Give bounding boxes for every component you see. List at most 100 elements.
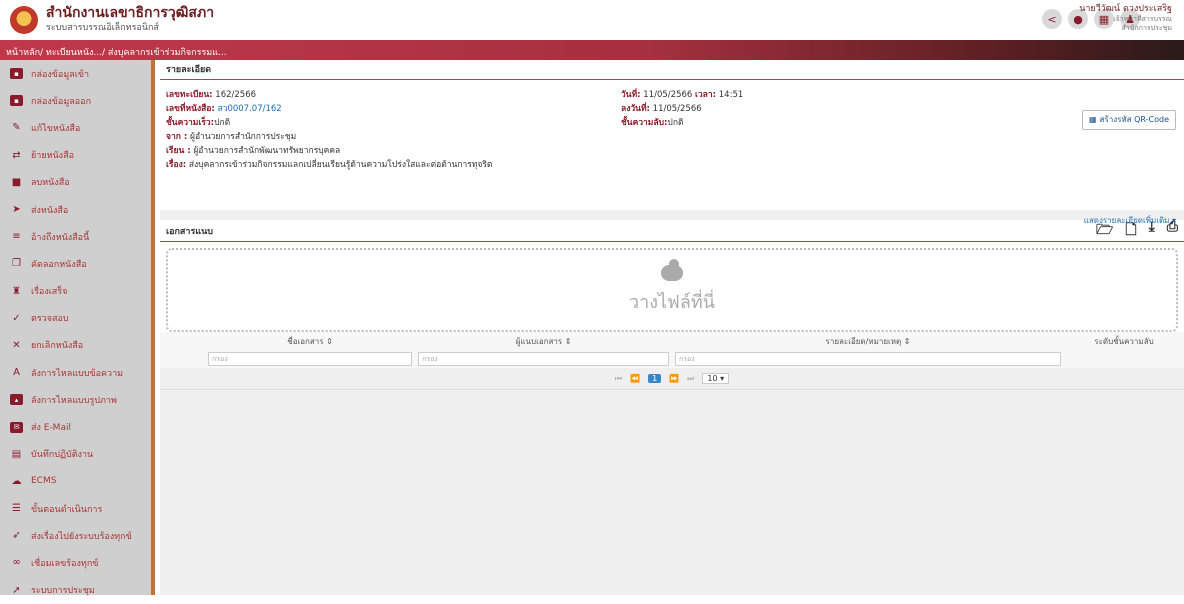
user-dept: สำนักการประชุม xyxy=(1121,24,1172,32)
date: 11/05/2566 xyxy=(643,90,693,100)
filter-cell: กรอง xyxy=(205,350,416,368)
details-body: เลขทะเบียน: 162/2566 เลขที่หนังสือ: สว00… xyxy=(160,80,1184,225)
qr-icon: ▦ xyxy=(1088,115,1097,124)
to: ผู้อำนวยการสำนักพัฒนาทรัพยากรบุคคล xyxy=(193,146,341,156)
sidebar-item-label: ลบหนังสือ xyxy=(31,178,70,189)
to-label: เรียน : xyxy=(166,146,191,156)
text-flow-icon: A xyxy=(13,367,20,379)
sidebar-item-label: ECMS xyxy=(31,476,57,487)
breadcrumb[interactable]: หน้าหลัก/ ทะเบียนหนัง.../ ส่งบุคลากรเข้า… xyxy=(0,48,227,58)
secrecy-label: ชั้นความลับ: xyxy=(621,118,668,128)
next-page-button[interactable]: ⏩ xyxy=(669,374,679,383)
send-icon: ➤ xyxy=(12,204,21,216)
sidebar-item-meeting[interactable]: ➚ ระบบการประชุม xyxy=(0,577,151,604)
filter-attached-by[interactable]: กรอง xyxy=(418,352,670,366)
sidebar-item-label: คัดลอกหนังสือ xyxy=(31,259,87,270)
sidebar-item-label: อ้างถึงหนังสือนี้ xyxy=(31,232,90,243)
prev-page-button[interactable]: ⏪ xyxy=(630,374,640,383)
done-stamp-icon: ♜ xyxy=(12,285,21,297)
details-title: รายละเอียด xyxy=(160,60,1184,80)
doc-no-link[interactable]: สว0007.07/162 xyxy=(218,104,282,114)
user-info[interactable]: นายวีวัฒน์ ดวงประเสริฐ เจ้าหน้าที่สารบรร… xyxy=(1062,4,1172,33)
app-subtitle: ระบบสารบรรณอิเล็กทรอนิกส์ xyxy=(46,23,159,33)
brand: สำนักงานเลขาธิการวุฒิสภา ระบบสารบรรณอิเล… xyxy=(46,4,214,34)
details-panel: รายละเอียด เลขทะเบียน: 162/2566 เลขที่หน… xyxy=(160,60,1184,225)
first-page-button[interactable]: ⏮ xyxy=(615,374,622,384)
sidebar-item-label: ส่งหนังสือ xyxy=(31,205,69,216)
filter-cell: กรอง xyxy=(672,350,1064,368)
reg-no-label: เลขทะเบียน: xyxy=(166,90,213,100)
time-label: เวลา: xyxy=(695,90,717,100)
sidebar-item-label: ยกเลิกหนังสือ xyxy=(31,341,84,352)
pencil-icon: ✎ xyxy=(12,122,21,134)
date-label: วันที่: xyxy=(621,90,641,100)
subject-label: เรื่อง: xyxy=(166,160,187,170)
sidebar-item-delete[interactable]: ■ ลบหนังสือ xyxy=(0,169,151,196)
link-icon: ∞ xyxy=(12,557,21,569)
filter-remarks[interactable]: กรอง xyxy=(675,352,1061,366)
sidebar-item-label: ตรวจสอบ xyxy=(31,314,69,325)
meeting-icon: ➚ xyxy=(12,584,21,596)
sidebar-item-label: เชื่อมเลขร้องทุกข์ xyxy=(31,558,99,569)
details-right: วันที่: 11/05/2566 เวลา: 14:51 ลงวันที่:… xyxy=(621,88,743,130)
col-remarks[interactable]: รายละเอียด/หมายเหตุ ⇕ xyxy=(672,332,1064,350)
pager: ⏮ ⏪ 1 ⏩ ⏭ 10 ▾ xyxy=(160,368,1184,390)
sidebar-item-link-complaint[interactable]: ∞ เชื่อมเลขร้องทุกข์ xyxy=(0,549,151,576)
sidebar-item-done[interactable]: ♜ เรื่องเสร็จ xyxy=(0,278,151,305)
show-more-link[interactable]: แสดงรายละเอียดเพิ่มเติม ▾ xyxy=(1084,214,1176,228)
sidebar-item-check[interactable]: ✓ ตรวจสอบ xyxy=(0,305,151,332)
col-attached-by[interactable]: ผู้แนบเอกสาร ⇕ xyxy=(415,332,673,350)
filter-doc-name[interactable]: กรอง xyxy=(208,352,413,366)
sidebar-item-copy[interactable]: ❐ คัดลอกหนังสือ xyxy=(0,250,151,277)
sign-date: 11/05/2566 xyxy=(652,104,702,114)
sidebar-item-send[interactable]: ➤ ส่งหนังสือ xyxy=(0,196,151,223)
sidebar-item-email[interactable]: ✉ ส่ง E-Mail xyxy=(0,413,151,440)
date-row: วันที่: 11/05/2566 เวลา: 14:51 xyxy=(621,88,743,102)
app-title: สำนักงานเลขาธิการวุฒิสภา xyxy=(46,5,215,21)
reg-no-row: เลขทะเบียน: 162/2566 xyxy=(166,88,492,102)
cancel-icon: ✕ xyxy=(12,339,21,351)
user-name: นายวีวัฒน์ ดวงประเสริฐ xyxy=(1079,4,1172,14)
subject-row: เรื่อง: ส่งบุคลากรเข้าร่วมกิจกรรมแลกเปลี… xyxy=(166,158,492,172)
log-icon: ▤ xyxy=(11,448,22,460)
attachments-header: เอกสารแนบ 🗁 🗋 ⤓ ⎙ xyxy=(160,219,1184,242)
reg-no: 162/2566 xyxy=(215,90,257,100)
drop-zone-text: วางไฟล์ที่นี่ xyxy=(628,291,715,313)
sidebar-item-text-flow[interactable]: A ลังการไหลแบบข้อความ xyxy=(0,359,151,386)
check-icon: ✓ xyxy=(12,312,21,324)
sidebar-item-ecms[interactable]: ☁ ECMS xyxy=(0,468,151,495)
sidebar-item-log[interactable]: ▤ บันทึกปฏิบัติงาน xyxy=(0,441,151,468)
sidebar-item-image-flow[interactable]: ▴ ลังการไหลแบบรูปภาพ xyxy=(0,386,151,413)
sidebar-item-cancel[interactable]: ✕ ยกเลิกหนังสือ xyxy=(0,332,151,359)
qr-code-button[interactable]: ▦ สร้างรหัส QR-Code xyxy=(1082,110,1176,130)
last-page-button[interactable]: ⏭ xyxy=(687,374,694,384)
current-page[interactable]: 1 xyxy=(648,374,662,383)
file-drop-zone[interactable]: วางไฟล์ที่นี่ xyxy=(166,248,1178,332)
share-icon[interactable]: < xyxy=(1042,9,1062,29)
attachments-title: เอกสารแนบ xyxy=(166,226,213,237)
sidebar-item-steps[interactable]: ☰ ขั้นตอนดำเนินการ xyxy=(0,495,151,522)
move-arrows-icon: ⇄ xyxy=(12,149,21,161)
sidebar-item-move[interactable]: ⇄ ย้ายหนังสือ xyxy=(0,142,151,169)
copy-icon: ❐ xyxy=(12,258,21,270)
sidebar-item-label: แก้ไขหนังสือ xyxy=(31,123,81,134)
filter-cell: กรอง xyxy=(415,350,673,368)
sidebar-item-label: ย้ายหนังสือ xyxy=(31,151,74,162)
sidebar-item-edit[interactable]: ✎ แก้ไขหนังสือ xyxy=(0,114,151,141)
col-doc-name[interactable]: ชื่อเอกสาร ⇕ xyxy=(205,332,416,350)
col-secrecy: ระดับชั้นความลับ xyxy=(1064,332,1184,350)
filter-row: กรอง กรอง กรอง xyxy=(160,350,1184,368)
steps-icon: ☰ xyxy=(12,503,21,515)
page-size-value: 10 xyxy=(707,374,718,383)
table-header-row: ชื่อเอกสาร ⇕ ผู้แนบเอกสาร ⇕ รายละเอียด/ห… xyxy=(160,332,1184,350)
subject: ส่งบุคลากรเข้าร่วมกิจกรรมแลกเปลี่ยนเรียน… xyxy=(188,160,493,170)
page-size-select[interactable]: 10 ▾ xyxy=(702,373,730,384)
sidebar-item-reference[interactable]: ≡ อ้างถึงหนังสือนี้ xyxy=(0,223,151,250)
sidebar-item-forward-complaint[interactable]: ➶ ส่งเรื่องไปยังระบบร้องทุกข์ xyxy=(0,522,151,549)
sidebar-item-outbox[interactable]: ▪ กล่องข้อมูลออก xyxy=(0,87,151,114)
table-header-spacer xyxy=(160,332,205,350)
secrecy: ปกติ xyxy=(667,118,684,128)
sidebar-item-inbox[interactable]: ▪ กล่องข้อมูลเข้า xyxy=(0,60,151,87)
qr-button-label: สร้างรหัส QR-Code xyxy=(1099,115,1170,124)
mail-icon: ✉ xyxy=(10,421,23,433)
